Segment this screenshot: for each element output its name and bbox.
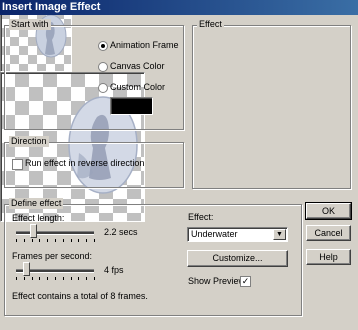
frames-total-text: Effect contains a total of 8 frames.: [12, 291, 148, 301]
slider-tick: [86, 277, 88, 280]
slider-tick: [16, 239, 17, 242]
effect-group: [192, 25, 351, 189]
fps-slider[interactable]: [23, 262, 31, 276]
window-title: Insert Image Effect: [2, 1, 101, 13]
effect-length-track: [16, 231, 94, 235]
show-preview-label: Show Preview: [188, 276, 246, 286]
effect-length-value: 2.2 secs: [104, 227, 138, 237]
customize-button[interactable]: Customize...: [187, 250, 288, 267]
effect-legend: Effect: [197, 19, 224, 30]
slider-tick: [23, 239, 25, 242]
slider-tick: [31, 277, 33, 280]
fps-label: Frames per second:: [12, 251, 93, 261]
canvas-color-radio[interactable]: [98, 62, 108, 72]
effect-type-label: Effect:: [188, 212, 214, 222]
slider-tick: [31, 239, 33, 242]
slider-tick: [70, 239, 72, 242]
help-button[interactable]: Help: [306, 249, 351, 265]
direction-legend: Direction: [9, 136, 49, 147]
effect-type-value: Underwater: [191, 229, 238, 239]
slider-tick: [94, 239, 95, 242]
slider-tick: [62, 239, 64, 242]
custom-color-radio[interactable]: [98, 83, 108, 93]
animation-frame-radio[interactable]: [98, 41, 108, 51]
title-bar: Insert Image Effect: [0, 0, 358, 15]
reverse-direction-checkbox[interactable]: [12, 159, 23, 170]
slider-tick: [23, 277, 25, 280]
slider-tick: [78, 239, 80, 242]
slider-tick: [39, 277, 41, 280]
slider-tick: [62, 277, 64, 280]
effect-length-slider[interactable]: [30, 224, 38, 238]
reverse-direction-label[interactable]: Run effect in reverse direction: [25, 158, 144, 169]
custom-color-label[interactable]: Custom Color: [110, 82, 165, 93]
effect-type-dropdown[interactable]: Underwater ▼: [187, 227, 288, 242]
custom-color-swatch[interactable]: [110, 97, 153, 115]
effect-length-label: Effect length:: [12, 213, 65, 223]
cancel-button[interactable]: Cancel: [306, 225, 351, 241]
slider-tick: [55, 239, 56, 242]
slider-tick: [94, 277, 95, 280]
slider-tick: [78, 277, 80, 280]
slider-tick: [55, 277, 56, 280]
slider-tick: [16, 277, 17, 280]
define-effect-legend: Define effect: [9, 198, 64, 209]
fps-value: 4 fps: [104, 265, 124, 275]
chevron-down-icon[interactable]: ▼: [273, 229, 286, 240]
show-preview-checkbox[interactable]: ✓: [240, 276, 251, 287]
slider-tick: [47, 277, 49, 280]
slider-tick: [39, 239, 41, 242]
animation-frame-label[interactable]: Animation Frame: [110, 40, 179, 51]
ok-button[interactable]: OK: [305, 202, 352, 220]
canvas-color-label[interactable]: Canvas Color: [110, 61, 165, 72]
start-with-legend: Start with: [9, 19, 51, 30]
slider-tick: [47, 239, 49, 242]
slider-tick: [70, 277, 72, 280]
slider-tick: [86, 239, 88, 242]
